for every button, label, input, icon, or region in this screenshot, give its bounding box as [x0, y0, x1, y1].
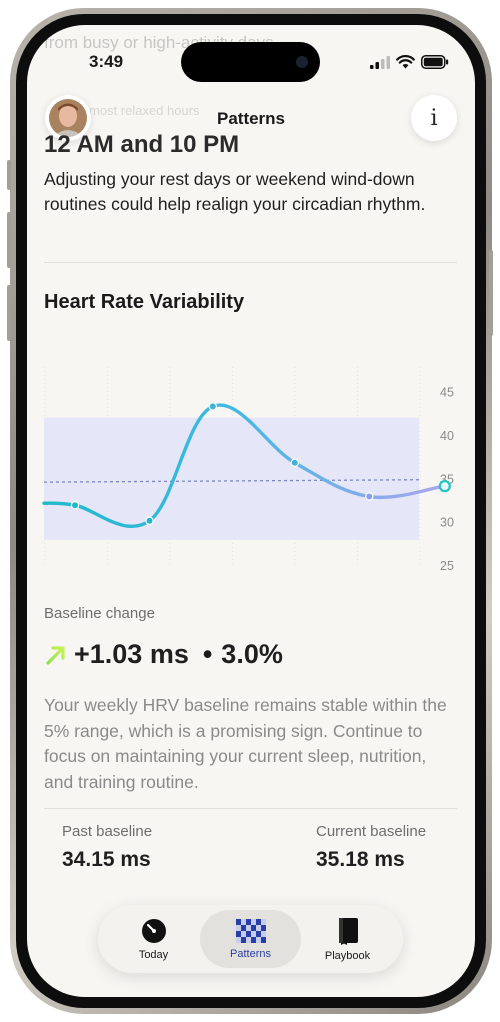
chart-data-point — [365, 492, 374, 501]
sleep-advice-text: Adjusting your rest days or weekend wind… — [44, 169, 426, 214]
chart-x-tick-label: Mon — [75, 572, 99, 573]
chart-data-point — [145, 516, 154, 525]
sleep-time-range: 12 AM and 10 PM — [44, 131, 240, 158]
chart-data-point — [70, 500, 80, 510]
chart-y-tick-label: 45 — [440, 386, 454, 400]
page-title: Patterns — [216, 109, 286, 128]
hrv-title: Heart Rate Variability — [44, 291, 245, 313]
current-baseline-value: 35.18 ms — [316, 848, 405, 871]
tab-playbook[interactable]: Playbook — [297, 910, 398, 968]
dynamic-island — [181, 42, 320, 82]
action-button — [7, 160, 11, 190]
chart-y-tick-label: 25 — [440, 559, 454, 573]
baseline-change-value: +1.03 ms — [74, 639, 189, 669]
tab-label: Today — [138, 948, 169, 961]
camera-dot — [296, 56, 308, 68]
hrv-description: Your weekly HRV baseline remains stable … — [44, 695, 447, 792]
baseline-change-percent: 3.0% — [221, 639, 283, 669]
chart-x-tick-label: Thu — [299, 572, 321, 573]
tab-patterns[interactable]: Patterns — [200, 910, 301, 968]
status-icons — [370, 55, 449, 69]
signal-icon — [370, 55, 390, 69]
trend-up-arrow-icon — [46, 645, 65, 665]
current-baseline-label: Current baseline — [316, 823, 427, 840]
chart-data-point-current — [438, 480, 451, 493]
checkerboard-icon — [235, 918, 266, 943]
chart-x-tick-label: Wed — [223, 572, 249, 573]
screen: from busy or high-activity days. most re… — [27, 25, 475, 997]
baseline-change-label: Baseline change — [44, 605, 155, 622]
baseline-change-row: +1.03 ms • 3.0% — [44, 639, 283, 670]
tab-today[interactable]: Today — [103, 910, 204, 968]
tab-label: Patterns — [230, 947, 271, 960]
volume-down-button — [7, 285, 11, 341]
tab-label: Playbook — [324, 949, 371, 962]
info-button[interactable]: i — [411, 95, 457, 141]
chart-x-tick-label: Tue — [149, 572, 170, 573]
volume-up-button — [7, 212, 11, 268]
past-baseline-value: 34.15 ms — [62, 848, 151, 871]
separator-dot: • — [202, 639, 213, 669]
chart-y-tick-label: 40 — [440, 429, 454, 443]
tab-bar: Today Patterns Playbook — [98, 905, 403, 973]
past-baseline-label: Past baseline — [62, 823, 153, 840]
chart-x-tick-label: Fri — [373, 572, 388, 573]
status-time: 3:49 — [89, 52, 124, 71]
chart-data-point — [208, 402, 218, 411]
gauge-icon — [141, 918, 166, 943]
power-button — [489, 250, 493, 336]
book-icon — [338, 917, 358, 945]
divider — [44, 808, 457, 809]
wifi-icon — [396, 55, 415, 69]
hrv-chart: 4540353025MonTueWedThuFri — [42, 367, 454, 573]
divider — [44, 262, 457, 263]
battery-icon — [421, 55, 449, 69]
past-baseline: Past baseline 34.15 ms — [62, 823, 152, 872]
chart-y-tick-label: 30 — [440, 516, 454, 530]
current-baseline: Current baseline 35.18 ms — [316, 823, 426, 872]
chart-baseline-band — [44, 417, 419, 540]
chart-data-point — [290, 458, 299, 467]
